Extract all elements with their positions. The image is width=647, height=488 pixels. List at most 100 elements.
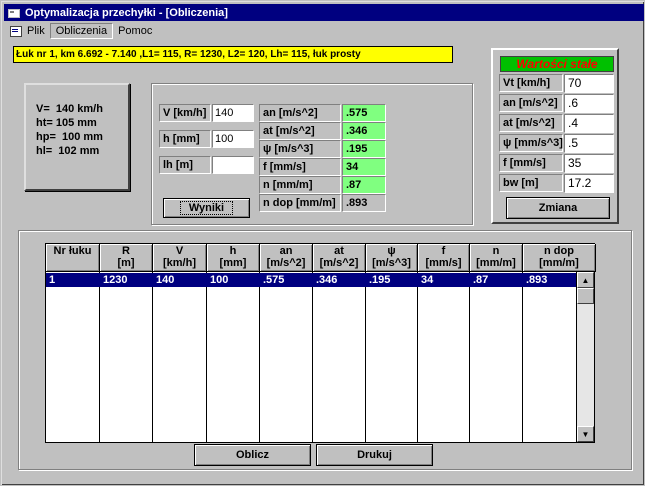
const-input-psi[interactable]: .5: [564, 134, 614, 153]
results-table[interactable]: Nr łuku R [m] V [km/h] h [mm] an [m/s^2] at[…: [45, 243, 596, 443]
app-icon[interactable]: [7, 7, 21, 19]
result-value-an: .575: [342, 104, 386, 122]
table-cell-f[interactable]: 34: [418, 273, 433, 287]
col-divider: [206, 272, 207, 442]
lh-input[interactable]: [212, 156, 254, 174]
result-value-f: 34: [342, 158, 386, 176]
col-divider: [469, 272, 470, 442]
table-cell-at[interactable]: .346: [313, 273, 337, 287]
const-input-at[interactable]: .4: [564, 114, 614, 133]
zmiana-button-label: Zmiana: [538, 202, 578, 214]
col-divider: [417, 272, 418, 442]
summary-ht: ht= 105 mm: [36, 117, 97, 129]
col-header-at-l1: at: [334, 245, 344, 257]
v-label: V [km/h]: [159, 104, 211, 122]
col-header-v[interactable]: V [km/h]: [153, 244, 207, 272]
v-input[interactable]: 140: [212, 104, 254, 122]
col-header-nr-l1: Nr łuku: [53, 245, 92, 257]
col-header-n-l1: n: [492, 245, 500, 257]
drukuj-button[interactable]: Drukuj: [316, 444, 433, 466]
menu-obliczenia-label: Obliczenia: [55, 25, 108, 37]
result-label-f: f [mm/s]: [259, 158, 341, 176]
const-label-psi: ψ [mm/s^3]: [499, 134, 563, 152]
window-title: Optymalizacja przechyłki - [Obliczenia]: [25, 6, 228, 19]
results-table-panel: Nr łuku R [m] V [km/h] h [mm] an [m/s^2] at[…: [18, 230, 632, 470]
oblicz-button-label: Oblicz: [235, 449, 269, 461]
table-cell-h[interactable]: 100: [207, 273, 228, 287]
summary-hl: hl= 102 mm: [36, 145, 100, 157]
col-divider: [522, 272, 523, 442]
col-header-an-l1: an: [279, 245, 293, 257]
summary-panel: V= 140 km/h ht= 105 mm hp= 100 mm hl= 10…: [24, 83, 130, 191]
table-cell-psi[interactable]: .195: [366, 273, 390, 287]
result-value-psi: .195: [342, 140, 386, 158]
col-header-h-l2: [mm]: [219, 257, 247, 269]
title-bar[interactable]: Optymalizacja przechyłki - [Obliczenia]: [4, 4, 644, 21]
table-cell-v[interactable]: 140: [153, 273, 174, 287]
table-cell-ndop[interactable]: .893: [523, 273, 547, 287]
table-cell-r[interactable]: 1230: [100, 273, 127, 287]
col-header-v-l2: [km/h]: [163, 257, 196, 269]
menu-pomoc-label: Pomoc: [118, 25, 153, 37]
const-label-an: an [m/s^2]: [499, 94, 563, 112]
col-header-psi[interactable]: ψ [m/s^3]: [366, 244, 418, 272]
scroll-thumb[interactable]: [577, 288, 594, 304]
const-label-bw: bw [m]: [499, 174, 563, 192]
col-header-n-l2: [mm/m]: [476, 257, 516, 269]
vertical-scrollbar[interactable]: ▲ ▼: [576, 272, 594, 442]
const-input-bw[interactable]: 17.2: [564, 174, 614, 193]
h-label: h [mm]: [159, 130, 211, 148]
h-input[interactable]: 100: [212, 130, 254, 148]
col-header-r-l1: R: [122, 245, 130, 257]
col-header-ndop-l1: n dop: [544, 245, 574, 257]
col-divider: [152, 272, 153, 442]
col-header-n[interactable]: n [mm/m]: [470, 244, 523, 272]
col-header-at-l2: [m/s^2]: [319, 257, 359, 269]
col-divider: [99, 272, 100, 442]
col-divider: [259, 272, 260, 442]
result-label-ndop: n dop [mm/m]: [259, 194, 341, 212]
menu-pomoc[interactable]: Pomoc: [113, 23, 157, 39]
summary-hp: hp= 100 mm: [36, 131, 103, 143]
col-header-r[interactable]: R [m]: [100, 244, 153, 272]
menu-plik[interactable]: Plik: [4, 23, 50, 39]
col-header-at[interactable]: at [m/s^2]: [313, 244, 366, 272]
col-header-h[interactable]: h [mm]: [207, 244, 260, 272]
col-header-f[interactable]: f [mm/s]: [418, 244, 470, 272]
scroll-up-button[interactable]: ▲: [577, 272, 594, 288]
col-header-an[interactable]: an [m/s^2]: [260, 244, 313, 272]
zmiana-button[interactable]: Zmiana: [506, 197, 610, 219]
col-divider: [312, 272, 313, 442]
col-header-an-l2: [m/s^2]: [266, 257, 306, 269]
col-header-nr[interactable]: Nr łuku: [46, 244, 100, 272]
col-header-ndop[interactable]: n dop [mm/m]: [523, 244, 596, 272]
calculation-panel: V [km/h] 140 h [mm] 100 lh [m] Wyniki an…: [151, 83, 473, 225]
scroll-down-button[interactable]: ▼: [577, 426, 594, 442]
oblicz-button[interactable]: Oblicz: [194, 444, 311, 466]
menu-bar: Plik Obliczenia Pomoc: [4, 22, 644, 40]
const-label-vt: Vt [km/h]: [499, 74, 563, 92]
table-cell-nr[interactable]: 1: [46, 273, 55, 287]
result-value-n: .87: [342, 176, 386, 194]
wyniki-button[interactable]: Wyniki: [163, 198, 250, 218]
col-divider: [365, 272, 366, 442]
result-label-psi: ψ [m/s^3]: [259, 140, 341, 158]
curve-info-bar: Łuk nr 1, km 6.692 - 7.140 ,L1= 115, R= …: [13, 46, 453, 63]
result-label-at: at [m/s^2]: [259, 122, 341, 140]
app-window: Optymalizacja przechyłki - [Obliczenia] …: [0, 0, 645, 486]
table-cell-an[interactable]: .575: [260, 273, 284, 287]
lh-label: lh [m]: [159, 156, 211, 174]
const-input-an[interactable]: .6: [564, 94, 614, 113]
col-header-r-l2: [m]: [117, 257, 135, 269]
col-header-psi-l1: ψ: [387, 245, 396, 257]
const-input-vt[interactable]: 70: [564, 74, 614, 93]
menu-obliczenia[interactable]: Obliczenia: [49, 23, 114, 39]
col-header-psi-l2: [m/s^3]: [372, 257, 411, 269]
const-label-f: f [mm/s]: [499, 154, 563, 172]
result-value-at: .346: [342, 122, 386, 140]
result-value-ndop: .893: [342, 194, 386, 212]
table-cell-n[interactable]: .87: [470, 273, 488, 287]
summary-v: V= 140 km/h: [36, 103, 103, 115]
drukuj-button-label: Drukuj: [357, 449, 392, 461]
const-input-f[interactable]: 35: [564, 154, 614, 173]
